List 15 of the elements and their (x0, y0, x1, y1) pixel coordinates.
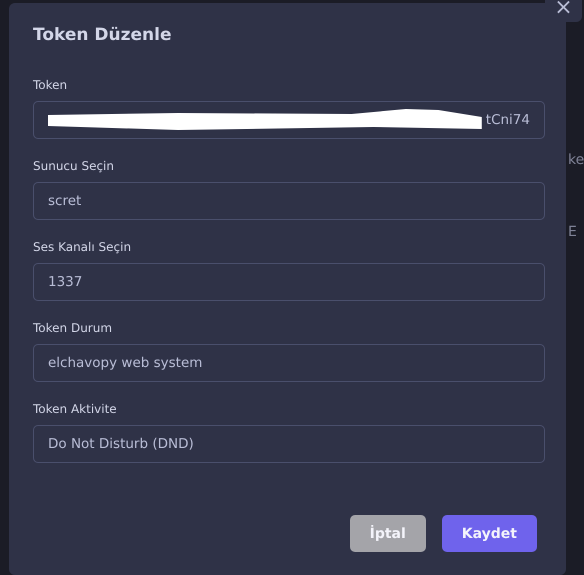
save-button[interactable]: Kaydet (442, 515, 537, 552)
field-label: Token (33, 78, 68, 92)
dialog-title: Token Düzenle (33, 25, 173, 45)
field-label: Ses Kanalı Seçin (33, 240, 132, 254)
field-label: Sunucu Seçin (33, 159, 114, 173)
background-text: E (568, 224, 577, 240)
input-field[interactable]: tCni74 (33, 101, 545, 139)
field-label: Token Durum (33, 321, 112, 335)
input-field[interactable]: Do Not Disturb (DND) (33, 425, 545, 463)
close-button[interactable]: × (545, 0, 582, 22)
field-label: Token Aktivite (33, 402, 117, 416)
input-field[interactable]: scret (33, 182, 545, 220)
input-field[interactable]: 1337 (33, 263, 545, 301)
background-text: ke (568, 152, 584, 168)
input-field[interactable]: elchavopy web system (33, 344, 545, 382)
